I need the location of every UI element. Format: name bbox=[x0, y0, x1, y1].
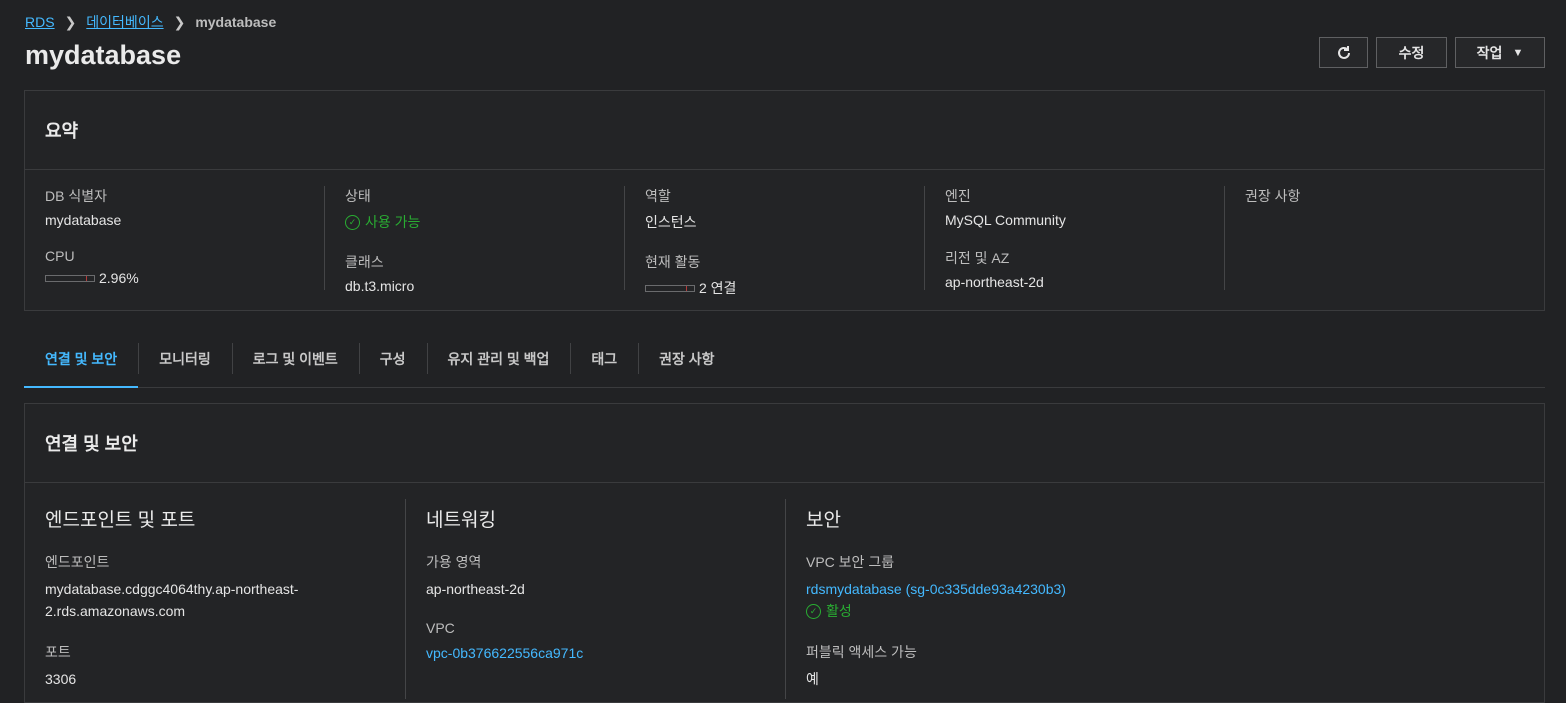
role-label: 역할 bbox=[645, 188, 671, 204]
activity-value: 2 연결 bbox=[699, 280, 737, 296]
activity-bar bbox=[645, 284, 695, 292]
sg-status-badge: ✓ 활성 bbox=[806, 600, 1346, 622]
vpc-label: VPC bbox=[426, 620, 455, 636]
check-circle-icon: ✓ bbox=[345, 214, 360, 230]
tab-tags[interactable]: 태그 bbox=[570, 330, 638, 387]
network-heading: 네트워킹 bbox=[426, 510, 496, 531]
summary-column-engine: 엔진 MySQL Community 리전 및 AZ ap-northeast-… bbox=[925, 186, 1225, 290]
edit-button[interactable]: 수정 bbox=[1376, 37, 1447, 68]
actions-dropdown-button[interactable]: 작업 ▼ bbox=[1455, 37, 1545, 68]
page-title: mydatabase bbox=[25, 40, 182, 70]
summary-column-status: 상태 ✓ 사용 가능 클래스 db.t3.micro bbox=[325, 186, 625, 294]
refresh-icon bbox=[1337, 45, 1350, 59]
chevron-right-icon: ❯ bbox=[173, 13, 186, 30]
network-column: 네트워킹 가용 영역 ap-northeast-2d VPC vpc-0b376… bbox=[406, 499, 786, 699]
db-identifier-value: mydatabase bbox=[45, 212, 122, 228]
connectivity-title: 연결 및 보안 bbox=[25, 404, 1544, 483]
tab-logs-events[interactable]: 로그 및 이벤트 bbox=[231, 330, 359, 387]
cpu-value: 2.96% bbox=[99, 270, 139, 286]
caret-down-icon: ▼ bbox=[1512, 46, 1524, 59]
summary-title: 요약 bbox=[25, 91, 1544, 170]
connectivity-grid: 엔드포인트 및 포트 엔드포인트 mydatabase.cdggc4064thy… bbox=[25, 483, 1544, 699]
cpu-label: CPU bbox=[45, 248, 75, 264]
header-actions: 수정 작업 ▼ bbox=[1319, 37, 1545, 68]
summary-column-identifier: DB 식별자 mydatabase CPU 2.96% bbox=[25, 186, 325, 290]
status-value: 사용 가능 bbox=[365, 214, 421, 230]
az-label: 가용 영역 bbox=[426, 554, 482, 570]
breadcrumb-current: mydatabase bbox=[195, 14, 277, 30]
recommendations-label: 권장 사항 bbox=[1245, 188, 1301, 204]
activity-label: 현재 활동 bbox=[645, 254, 701, 270]
actions-button-label: 작업 bbox=[1476, 44, 1503, 61]
engine-label: 엔진 bbox=[945, 188, 971, 204]
sg-status: 활성 bbox=[826, 603, 852, 619]
tab-monitoring[interactable]: 모니터링 bbox=[138, 330, 232, 387]
activity-meter: 2 연결 bbox=[645, 278, 924, 298]
tab-maintenance-backup[interactable]: 유지 관리 및 백업 bbox=[426, 330, 571, 387]
port-label: 포트 bbox=[45, 644, 71, 660]
detail-tabs: 연결 및 보안 모니터링 로그 및 이벤트 구성 유지 관리 및 백업 태그 권… bbox=[24, 330, 1545, 388]
summary-column-role: 역할 인스턴스 현재 활동 2 연결 bbox=[625, 186, 925, 296]
security-group-link[interactable]: rdsmydatabase (sg-0c335dde93a4230b3) bbox=[806, 581, 1066, 597]
endpoint-heading: 엔드포인트 및 포트 bbox=[45, 510, 196, 531]
tab-connectivity-security[interactable]: 연결 및 보안 bbox=[24, 330, 139, 388]
status-badge: ✓ 사용 가능 bbox=[345, 212, 624, 232]
status-label: 상태 bbox=[345, 188, 371, 204]
db-identifier-label: DB 식별자 bbox=[45, 188, 107, 204]
region-value: ap-northeast-2d bbox=[945, 274, 1044, 290]
engine-value: MySQL Community bbox=[945, 212, 1066, 228]
security-column: 보안 VPC 보안 그룹 rdsmydatabase (sg-0c335dde9… bbox=[786, 499, 1346, 699]
class-label: 클래스 bbox=[345, 254, 384, 270]
refresh-button[interactable] bbox=[1319, 37, 1368, 68]
cpu-meter: 2.96% bbox=[45, 270, 324, 286]
connectivity-panel: 연결 및 보안 엔드포인트 및 포트 엔드포인트 mydatabase.cdgg… bbox=[24, 403, 1545, 703]
role-value: 인스턴스 bbox=[645, 214, 697, 230]
summary-grid: DB 식별자 mydatabase CPU 2.96% 상태 ✓ 사용 가능 클… bbox=[25, 170, 1544, 296]
region-label: 리전 및 AZ bbox=[945, 250, 1010, 266]
check-circle-icon: ✓ bbox=[806, 603, 821, 619]
public-access-label: 퍼블릭 액세스 가능 bbox=[806, 644, 917, 660]
endpoint-column: 엔드포인트 및 포트 엔드포인트 mydatabase.cdggc4064thy… bbox=[25, 499, 406, 699]
breadcrumb: RDS ❯ 데이터베이스 ❯ mydatabase bbox=[25, 12, 276, 32]
tab-recommendations[interactable]: 권장 사항 bbox=[638, 330, 735, 387]
security-heading: 보안 bbox=[806, 510, 841, 531]
endpoint-label: 엔드포인트 bbox=[45, 554, 110, 570]
vpc-link[interactable]: vpc-0b376622556ca971c bbox=[426, 645, 583, 661]
class-value: db.t3.micro bbox=[345, 278, 415, 294]
summary-panel: 요약 DB 식별자 mydatabase CPU 2.96% 상태 ✓ 사용 가… bbox=[24, 90, 1545, 311]
tab-configuration[interactable]: 구성 bbox=[358, 330, 427, 387]
endpoint-value: mydatabase.cdggc4064thy.ap-northeast-2.r… bbox=[45, 581, 299, 619]
cpu-bar bbox=[45, 274, 95, 282]
sg-label: VPC 보안 그룹 bbox=[806, 554, 895, 570]
chevron-right-icon: ❯ bbox=[64, 13, 77, 30]
az-value: ap-northeast-2d bbox=[426, 581, 525, 597]
breadcrumb-databases-link[interactable]: 데이터베이스 bbox=[86, 12, 163, 32]
summary-column-recommendations: 권장 사항 bbox=[1225, 186, 1525, 290]
breadcrumb-rds-link[interactable]: RDS bbox=[25, 14, 55, 30]
